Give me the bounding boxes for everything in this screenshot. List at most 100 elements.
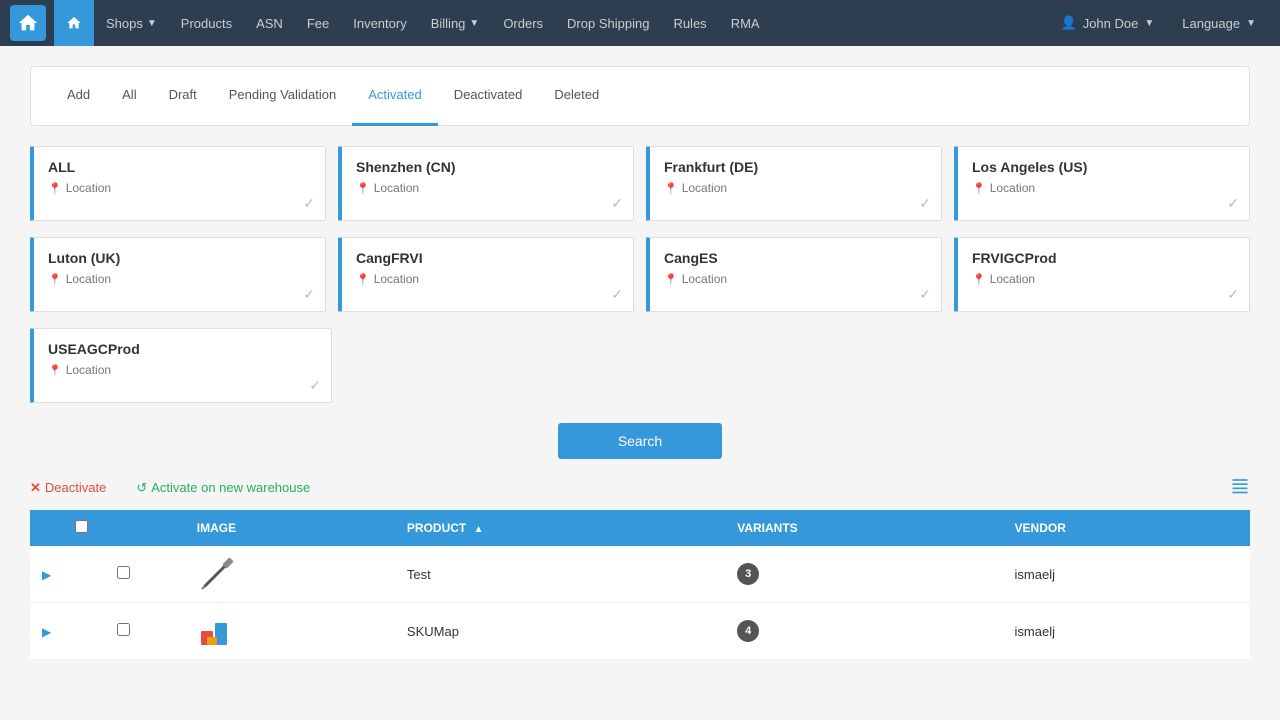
tab-all[interactable]: All: [106, 66, 152, 126]
empty-space: [344, 328, 1250, 403]
list-view-icon[interactable]: [1230, 475, 1250, 500]
nav-rma[interactable]: RMA: [719, 0, 772, 46]
header-product[interactable]: PRODUCT ▲: [395, 510, 725, 546]
home-button[interactable]: [54, 0, 94, 46]
warehouse-card-losangeles[interactable]: Los Angeles (US) 📍 Location ✓: [954, 146, 1250, 221]
check-icon: ✓: [611, 195, 623, 212]
tab-draft[interactable]: Draft: [153, 66, 213, 126]
deactivate-button[interactable]: ✕ Deactivate: [30, 480, 106, 496]
row-checkbox[interactable]: [117, 623, 130, 636]
search-btn-row: Search: [30, 423, 1250, 459]
chevron-down-icon: ▼: [469, 18, 479, 29]
product-table: IMAGE PRODUCT ▲ VARIANTS VENDOR ▶: [30, 510, 1250, 660]
nav-right: 👤 John Doe ▼ Language ▼: [1047, 0, 1271, 46]
user-menu[interactable]: 👤 John Doe ▼: [1047, 0, 1169, 46]
row-expand-cell[interactable]: ▶: [30, 603, 63, 660]
warehouse-grid-row2: Luton (UK) 📍 Location ✓ CangFRVI 📍 Locat…: [30, 237, 1250, 312]
check-icon: ✓: [1227, 286, 1239, 303]
row-image-cell: [185, 546, 395, 603]
nav-dropshipping[interactable]: Drop Shipping: [555, 0, 661, 46]
location-icon: 📍: [356, 182, 370, 195]
location-icon: 📍: [972, 273, 986, 286]
tab-deleted[interactable]: Deleted: [538, 66, 615, 126]
nav-orders[interactable]: Orders: [491, 0, 555, 46]
warehouse-card-frankfurt[interactable]: Frankfurt (DE) 📍 Location ✓: [646, 146, 942, 221]
row-variants-cell: 4: [725, 603, 1002, 660]
product-image: [197, 611, 237, 651]
check-icon: ✓: [303, 195, 315, 212]
row-vendor-cell: ismaelj: [1003, 546, 1250, 603]
warehouse-grid-row1: ALL 📍 Location ✓ Shenzhen (CN) 📍 Locatio…: [30, 146, 1250, 221]
row-checkbox[interactable]: [117, 566, 130, 579]
chevron-down-icon: ▼: [1246, 18, 1256, 29]
variants-badge: 3: [737, 563, 759, 585]
row-product-cell: Test: [395, 546, 725, 603]
table-header-row: IMAGE PRODUCT ▲ VARIANTS VENDOR: [30, 510, 1250, 546]
check-icon: ✓: [1227, 195, 1239, 212]
nav-shops[interactable]: Shops ▼: [94, 0, 169, 46]
variants-badge: 4: [737, 620, 759, 642]
check-icon: ✓: [309, 377, 321, 394]
action-row: ✕ Deactivate ↺ Activate on new warehouse: [30, 475, 1250, 500]
row-expand-cell[interactable]: ▶: [30, 546, 63, 603]
row-image-cell: [185, 603, 395, 660]
row-vendor-cell: ismaelj: [1003, 603, 1250, 660]
location-icon: 📍: [664, 182, 678, 195]
warehouse-card-luton[interactable]: Luton (UK) 📍 Location ✓: [30, 237, 326, 312]
product-image: [197, 554, 237, 594]
tab-add[interactable]: Add: [51, 66, 106, 126]
logo[interactable]: [10, 5, 46, 41]
check-icon: ✓: [611, 286, 623, 303]
location-icon: 📍: [48, 273, 62, 286]
check-icon: ✓: [919, 195, 931, 212]
table-row: ▶ SKUMap 4: [30, 603, 1250, 660]
row-variants-cell: 3: [725, 546, 1002, 603]
warehouse-card-cangfrvi[interactable]: CangFRVI 📍 Location ✓: [338, 237, 634, 312]
location-icon: 📍: [664, 273, 678, 286]
warehouse-card-shenzhen[interactable]: Shenzhen (CN) 📍 Location ✓: [338, 146, 634, 221]
nav-asn[interactable]: ASN: [244, 0, 295, 46]
header-expand: [30, 510, 63, 546]
warehouse-card-canges[interactable]: CangES 📍 Location ✓: [646, 237, 942, 312]
tab-deactivated[interactable]: Deactivated: [438, 66, 539, 126]
nav-fee[interactable]: Fee: [295, 0, 341, 46]
nav-billing[interactable]: Billing ▼: [419, 0, 492, 46]
table-row: ▶ Test 3: [30, 546, 1250, 603]
location-icon: 📍: [972, 182, 986, 195]
location-icon: 📍: [48, 182, 62, 195]
location-icon: 📍: [356, 273, 370, 286]
warehouse-card-frvigcprod[interactable]: FRVIGCProd 📍 Location ✓: [954, 237, 1250, 312]
activate-button[interactable]: ↺ Activate on new warehouse: [136, 480, 310, 496]
language-menu[interactable]: Language ▼: [1168, 0, 1270, 46]
location-icon: 📍: [48, 364, 62, 377]
header-vendor: VENDOR: [1003, 510, 1250, 546]
refresh-icon: ↺: [136, 480, 147, 496]
chevron-down-icon: ▼: [147, 18, 157, 29]
row-checkbox-cell[interactable]: [63, 546, 185, 603]
check-icon: ✓: [919, 286, 931, 303]
search-button[interactable]: Search: [558, 423, 722, 459]
select-all-checkbox[interactable]: [75, 520, 88, 533]
warehouse-card-useagcprod[interactable]: USEAGCProd 📍 Location ✓: [30, 328, 332, 403]
header-variants: VARIANTS: [725, 510, 1002, 546]
tab-activated[interactable]: Activated: [352, 66, 437, 126]
expand-icon[interactable]: ▶: [42, 568, 51, 582]
nav-inventory[interactable]: Inventory: [341, 0, 418, 46]
tab-pending-validation[interactable]: Pending Validation: [213, 66, 352, 126]
row-checkbox-cell[interactable]: [63, 603, 185, 660]
x-icon: ✕: [30, 480, 41, 496]
tabs-card: Add All Draft Pending Validation Activat…: [30, 66, 1250, 126]
nav-rules[interactable]: Rules: [661, 0, 718, 46]
nav-products[interactable]: Products: [169, 0, 244, 46]
user-icon: 👤: [1061, 15, 1077, 31]
header-image: IMAGE: [185, 510, 395, 546]
chevron-down-icon: ▼: [1144, 18, 1154, 29]
check-icon: ✓: [303, 286, 315, 303]
warehouse-card-all[interactable]: ALL 📍 Location ✓: [30, 146, 326, 221]
expand-icon[interactable]: ▶: [42, 625, 51, 639]
navbar: Shops ▼ Products ASN Fee Inventory Billi…: [0, 0, 1280, 46]
row-product-cell: SKUMap: [395, 603, 725, 660]
warehouse-grid-row3: USEAGCProd 📍 Location ✓: [30, 328, 1250, 403]
header-checkbox[interactable]: [63, 510, 185, 546]
sort-icon: ▲: [474, 524, 484, 535]
